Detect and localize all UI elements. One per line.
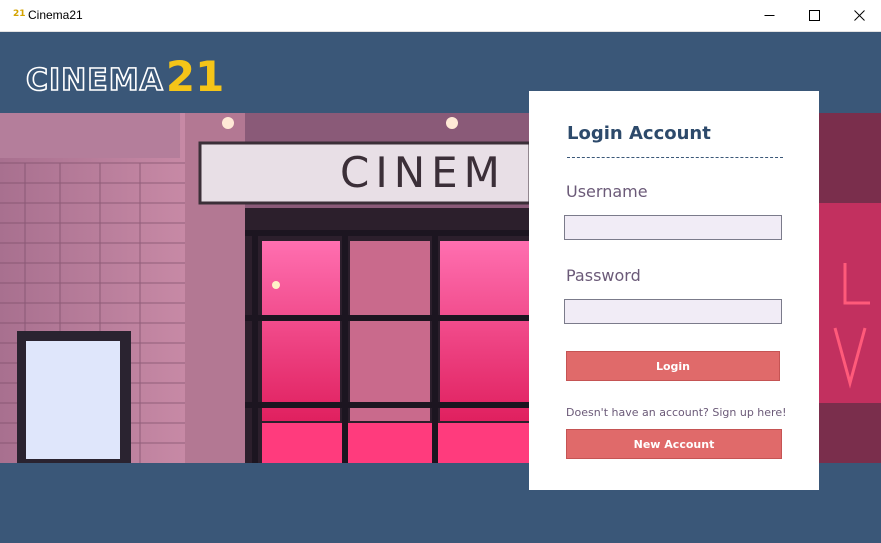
title-divider — [567, 157, 783, 158]
maximize-button[interactable] — [791, 0, 837, 31]
cinema21-logo: CINEMA 21 — [25, 42, 225, 102]
username-label: Username — [566, 182, 648, 201]
logo-word: CINEMA — [25, 63, 164, 98]
username-input[interactable] — [564, 215, 782, 240]
window-title-bar: 21 Cinema21 — [0, 0, 881, 32]
cinema-sign-text: CINEM — [340, 148, 506, 197]
window-title: Cinema21 — [28, 8, 83, 22]
close-icon — [853, 10, 865, 21]
logo-number: 21 — [165, 52, 225, 101]
new-account-button[interactable]: New Account — [566, 429, 782, 459]
minimize-button[interactable] — [746, 0, 792, 31]
login-title: Login Account — [567, 123, 711, 144]
minimize-icon — [764, 15, 774, 16]
close-button[interactable] — [836, 0, 881, 31]
app-icon: 21 — [13, 9, 26, 19]
login-card: Login Account Username Password Login Do… — [529, 91, 819, 490]
password-label: Password — [566, 266, 641, 285]
login-button[interactable]: Login — [566, 351, 780, 381]
maximize-icon — [808, 10, 820, 21]
password-input[interactable] — [564, 299, 782, 324]
signup-link[interactable]: Doesn't have an account? Sign up here! — [566, 406, 787, 419]
